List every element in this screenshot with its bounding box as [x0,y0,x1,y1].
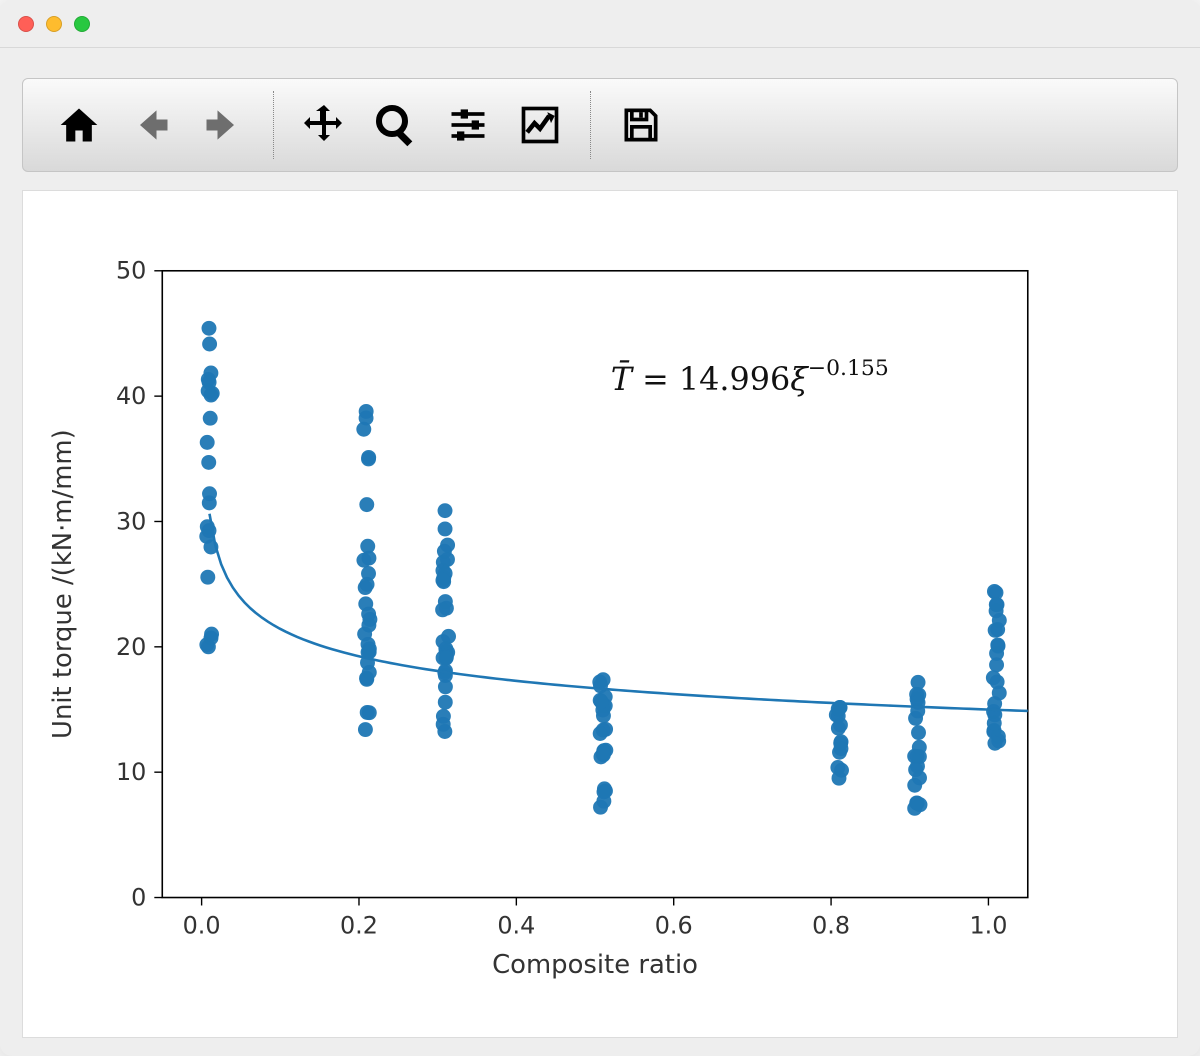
svg-text:0.0: 0.0 [183,911,221,939]
data-point [204,627,219,642]
data-point [989,597,1004,612]
svg-text:0.2: 0.2 [340,911,378,939]
data-point [200,435,215,450]
subplots-icon [446,103,490,147]
data-point [912,770,927,785]
save-icon [619,103,663,147]
svg-text:0: 0 [131,883,146,911]
traffic-lights [18,16,90,32]
forward-button[interactable] [187,89,259,161]
data-point [441,629,456,644]
data-point [596,746,611,761]
data-point [202,495,217,510]
pan-button[interactable] [288,89,360,161]
data-point [593,800,608,815]
data-point [593,726,608,741]
data-point [200,570,215,585]
toolbar-separator [590,91,591,159]
fit-equation: T̄ = 14.996ξ−0.155 [611,356,889,398]
x-axis-label: Composite ratio [492,950,698,980]
data-point [912,740,927,755]
data-point [202,321,217,336]
data-point [202,337,217,352]
svg-text:1.0: 1.0 [969,911,1007,939]
axes-icon [518,103,562,147]
toolbar-separator [273,91,274,159]
data-point [360,705,375,720]
forward-icon [201,103,245,147]
data-point [831,721,846,736]
svg-text:0.4: 0.4 [497,911,535,939]
data-point [358,722,373,737]
data-point [358,580,373,595]
minimize-button[interactable] [46,16,62,32]
data-point [438,695,453,710]
data-point [435,573,450,588]
data-point [909,795,924,810]
svg-text:50: 50 [116,257,146,285]
fullscreen-button[interactable] [74,16,90,32]
data-point [435,602,450,617]
data-point [357,627,372,642]
data-point [202,375,217,390]
plot-canvas[interactable]: 0.0 0.2 0.4 0.6 0.8 1.0 0 10 20 30 40 50 Composite r… [22,190,1178,1038]
data-point [991,639,1006,654]
app-window: 0.0 0.2 0.4 0.6 0.8 1.0 0 10 20 30 40 50 Composite r… [0,0,1200,1056]
svg-text:0.8: 0.8 [812,911,850,939]
home-icon [57,103,101,147]
data-point [989,657,1004,672]
data-point [438,503,453,518]
titlebar [0,0,1200,48]
zoom-icon [372,101,420,149]
data-point [439,651,454,666]
back-icon [129,103,173,147]
svg-text:30: 30 [116,507,146,535]
y-axis-label: Unit torque /(kN·m/mm) [48,429,78,739]
svg-text:20: 20 [116,633,146,661]
svg-text:40: 40 [116,382,146,410]
data-point [203,411,218,426]
data-point [990,674,1005,689]
subplots-button[interactable] [432,89,504,161]
data-point [987,584,1002,599]
matplotlib-toolbar [22,78,1178,172]
chart-svg: 0.0 0.2 0.4 0.6 0.8 1.0 0 10 20 30 40 50 Composite r… [23,191,1177,1037]
save-button[interactable] [605,89,677,161]
data-point [201,455,216,470]
data-point [438,521,453,536]
data-point [361,451,376,466]
pan-icon [300,101,348,149]
axes-button[interactable] [504,89,576,161]
data-point [359,671,374,686]
data-point [440,552,455,567]
data-point [830,760,845,775]
data-point [834,741,849,756]
data-point [992,613,1007,628]
svg-text:0.6: 0.6 [655,911,693,939]
back-button[interactable] [115,89,187,161]
zoom-button[interactable] [360,89,432,161]
data-point [440,538,455,553]
data-point [356,422,371,437]
data-point [436,717,451,732]
data-point [359,497,374,512]
data-point [362,612,377,627]
data-point [987,736,1002,751]
close-button[interactable] [18,16,34,32]
data-point [594,694,609,709]
svg-text:10: 10 [116,758,146,786]
data-point [911,725,926,740]
data-point [361,551,376,566]
home-button[interactable] [43,89,115,161]
fit-curve [209,514,1027,711]
data-point [598,783,613,798]
data-point [593,678,608,693]
content-area: 0.0 0.2 0.4 0.6 0.8 1.0 0 10 20 30 40 50 Composite r… [0,48,1200,1056]
